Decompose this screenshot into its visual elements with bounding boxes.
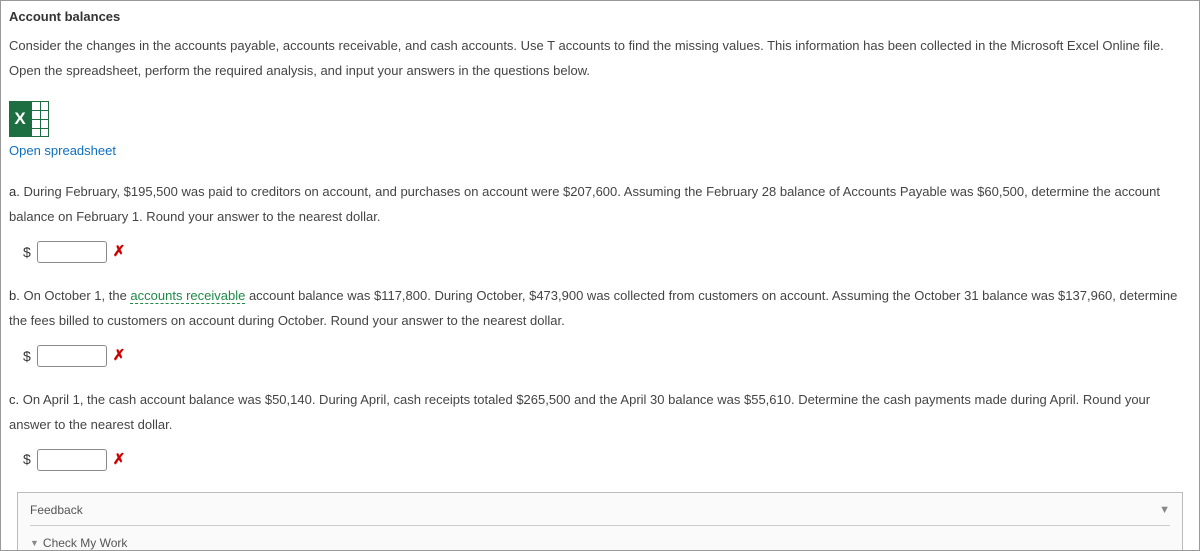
currency-symbol: $ [23,446,31,473]
question-c: c. On April 1, the cash account balance … [9,388,1191,474]
answer-input-c[interactable] [37,449,107,471]
answer-input-a[interactable] [37,241,107,263]
wrong-icon: ✗ [113,238,126,267]
page-title: Account balances [9,9,1191,24]
question-c-text: On April 1, the cash account balance was… [9,392,1150,432]
question-b-text-before: On October 1, the [23,288,130,303]
question-a-label: a. [9,184,20,199]
question-a-text: During February, $195,500 was paid to cr… [9,184,1160,224]
feedback-panel: Feedback ▼ ▼ Check My Work [17,492,1183,551]
intro-text: Consider the changes in the accounts pay… [9,34,1191,83]
feedback-header[interactable]: Feedback ▼ [30,503,1170,526]
glossary-term-accounts-receivable[interactable]: accounts receivable [130,288,245,304]
answer-row-b: $ ✗ [9,342,1191,371]
excel-link-block: X Open spreadsheet [9,101,1191,158]
answer-input-b[interactable] [37,345,107,367]
currency-symbol: $ [23,239,31,266]
excel-icon-letter: X [9,101,31,137]
currency-symbol: $ [23,343,31,370]
question-a: a. During February, $195,500 was paid to… [9,180,1191,266]
chevron-down-icon: ▼ [1159,504,1170,516]
question-container: Account balances Consider the changes in… [0,0,1200,551]
question-b: b. On October 1, the accounts receivable… [9,284,1191,370]
excel-icon-sheet [31,101,49,137]
wrong-icon: ✗ [113,446,126,475]
answer-row-c: $ ✗ [9,446,1191,475]
triangle-down-icon: ▼ [30,538,39,548]
question-c-label: c. [9,392,19,407]
check-my-work-label: Check My Work [43,536,127,550]
feedback-label: Feedback [30,503,83,517]
answer-row-a: $ ✗ [9,238,1191,267]
wrong-icon: ✗ [113,342,126,371]
check-my-work-link[interactable]: ▼ Check My Work [30,536,1170,550]
question-b-label: b. [9,288,20,303]
open-spreadsheet-link[interactable]: Open spreadsheet [9,143,116,158]
excel-icon[interactable]: X [9,101,49,137]
